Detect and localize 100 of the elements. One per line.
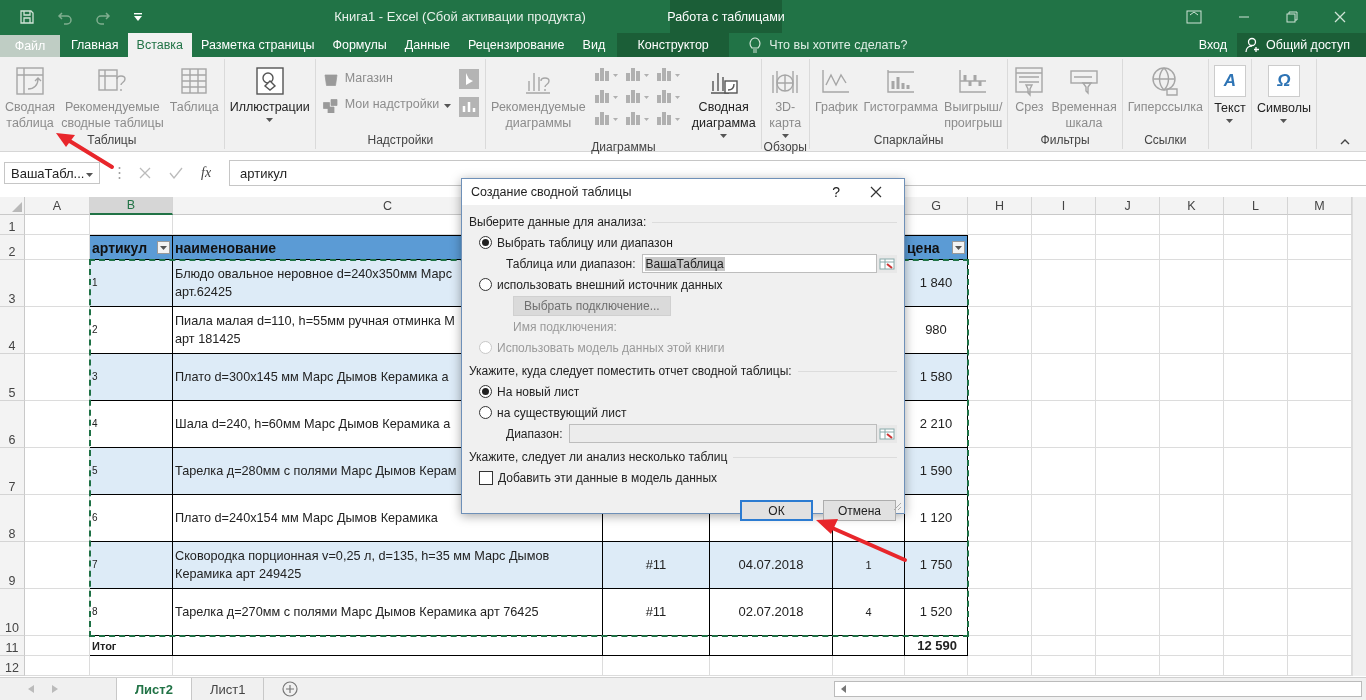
row-header[interactable]: 4	[0, 307, 25, 354]
empty-cell	[1224, 260, 1288, 307]
radio-button[interactable]	[479, 406, 492, 419]
row-header[interactable]: 5	[0, 354, 25, 401]
empty-cell	[1032, 495, 1096, 542]
range-picker-icon[interactable]	[877, 254, 897, 273]
column-header[interactable]: A	[25, 197, 90, 215]
restore-icon[interactable]	[1286, 10, 1298, 23]
collapse-ribbon-icon[interactable]	[1340, 139, 1350, 145]
sign-in-link[interactable]: Вход	[1188, 33, 1237, 57]
ribbon-tab[interactable]: Вставка	[127, 33, 193, 57]
drag-handle-icon[interactable]	[118, 166, 121, 180]
tell-me-field[interactable]: Что вы хотите сделать?	[767, 37, 942, 53]
column-header[interactable]: G	[905, 197, 968, 215]
save-icon[interactable]	[19, 8, 35, 25]
empty-cell	[1224, 354, 1288, 401]
ribbon-tab[interactable]: Разметка страницы	[192, 33, 324, 57]
empty-cell	[1032, 260, 1096, 307]
ribbon-tab[interactable]: Данные	[395, 33, 460, 57]
row-header[interactable]: 11	[0, 636, 25, 656]
scroll-left-icon[interactable]	[841, 685, 846, 693]
column-letter: K	[1187, 198, 1196, 213]
ribbon-button[interactable]: Сводная диаграмма	[688, 63, 759, 140]
filter-dropdown-icon[interactable]	[157, 241, 170, 254]
add-sheet-icon[interactable]	[282, 681, 299, 697]
column-header[interactable]: J	[1096, 197, 1160, 215]
empty-cell	[968, 636, 1032, 656]
table-cell: 1	[833, 542, 905, 589]
row-header[interactable]: 3	[0, 260, 25, 307]
dialog-button[interactable]: Отмена	[823, 500, 896, 521]
empty-cell	[1224, 401, 1288, 448]
empty-cell	[1224, 448, 1288, 495]
name-box[interactable]: ВашаТабл...	[4, 162, 100, 184]
table-cell: Итог	[90, 636, 173, 656]
insert-function-button[interactable]: fx	[201, 165, 212, 181]
empty-cell	[968, 589, 1032, 636]
ribbon-tab[interactable]: Формулы	[323, 33, 396, 57]
ribbon-button[interactable]: Иллюстрации	[226, 63, 313, 124]
ribbon-display-icon[interactable]	[1186, 9, 1202, 24]
column-header[interactable]: H	[968, 197, 1032, 215]
row-header[interactable]: 8	[0, 495, 25, 542]
empty-cell	[1096, 542, 1160, 589]
cancel-icon[interactable]	[139, 167, 151, 179]
select-all-icon[interactable]	[12, 202, 22, 212]
empty-cell	[1032, 354, 1096, 401]
filter-dropdown-icon[interactable]	[952, 241, 965, 254]
range-picker-icon[interactable]	[877, 424, 897, 443]
radio-button[interactable]	[479, 385, 492, 398]
column-header[interactable]: M	[1288, 197, 1352, 215]
row-header[interactable]: 9	[0, 542, 25, 589]
dialog-button[interactable]: ОК	[740, 500, 813, 521]
table-cell: Сковородка порционная v=0,25 л, d=135, h=35 мм Марс Дымов Керамика арт 249425	[173, 542, 603, 589]
ribbon-button[interactable]: Ω Символы	[1253, 63, 1314, 125]
empty-cell	[1032, 448, 1096, 495]
row-header[interactable]: 10	[0, 589, 25, 636]
ribbon-button[interactable]: A Текст	[1210, 63, 1249, 125]
range-field[interactable]: ВашаТаблица	[641, 254, 877, 273]
row-header[interactable]: 12	[0, 656, 25, 676]
sheet-tab[interactable]: Лист2	[116, 678, 192, 700]
ribbon-tab[interactable]: Рецензирование	[459, 33, 574, 57]
ribbon-tab[interactable]: Вид	[573, 33, 615, 57]
empty-cell	[968, 401, 1032, 448]
horizontal-scrollbar[interactable]	[834, 681, 1362, 697]
table-cell: 1 840	[905, 260, 968, 307]
row-header[interactable]: 7	[0, 448, 25, 495]
empty-cell	[1160, 589, 1224, 636]
table-cell: 3	[90, 354, 173, 401]
empty-cell	[833, 636, 905, 656]
check-icon[interactable]	[169, 167, 183, 179]
row-header[interactable]: 2	[0, 235, 25, 260]
chart-tile-icon[interactable]	[459, 97, 480, 117]
radio-button[interactable]	[479, 278, 492, 291]
row-header[interactable]: 6	[0, 401, 25, 448]
column-header[interactable]: B	[90, 197, 173, 215]
empty-cell	[1096, 636, 1160, 656]
table-cell: 1	[90, 260, 173, 307]
scroll-right-icon[interactable]	[52, 685, 58, 693]
ribbon-tab[interactable]: Главная	[62, 33, 128, 57]
share-button[interactable]: Общий доступ	[1237, 33, 1366, 57]
empty-cell	[1032, 542, 1096, 589]
column-header[interactable]: I	[1032, 197, 1096, 215]
column-letter: I	[1061, 198, 1066, 213]
ribbon-tab[interactable]: Конструктор	[617, 33, 730, 57]
column-header[interactable]: K	[1160, 197, 1224, 215]
customize-icon[interactable]	[133, 11, 143, 22]
row-header[interactable]: 1	[0, 215, 25, 235]
lightbulb-icon	[749, 37, 762, 53]
help-button[interactable]: ?	[832, 184, 840, 200]
shapes-icon	[253, 65, 286, 97]
resize-grip-icon[interactable]	[893, 502, 902, 511]
table-cell: 1 590	[905, 448, 968, 495]
vertical-scrollbar[interactable]	[1352, 197, 1366, 676]
close-icon[interactable]	[870, 186, 882, 198]
sheet-tab[interactable]: Лист1	[191, 678, 265, 700]
table-cell: 1 520	[905, 589, 968, 636]
header-label: цена	[907, 238, 940, 257]
checkbox[interactable]	[479, 470, 493, 485]
radio-button[interactable]	[479, 236, 492, 249]
table-cell: 4	[833, 589, 905, 636]
column-header[interactable]: L	[1224, 197, 1288, 215]
